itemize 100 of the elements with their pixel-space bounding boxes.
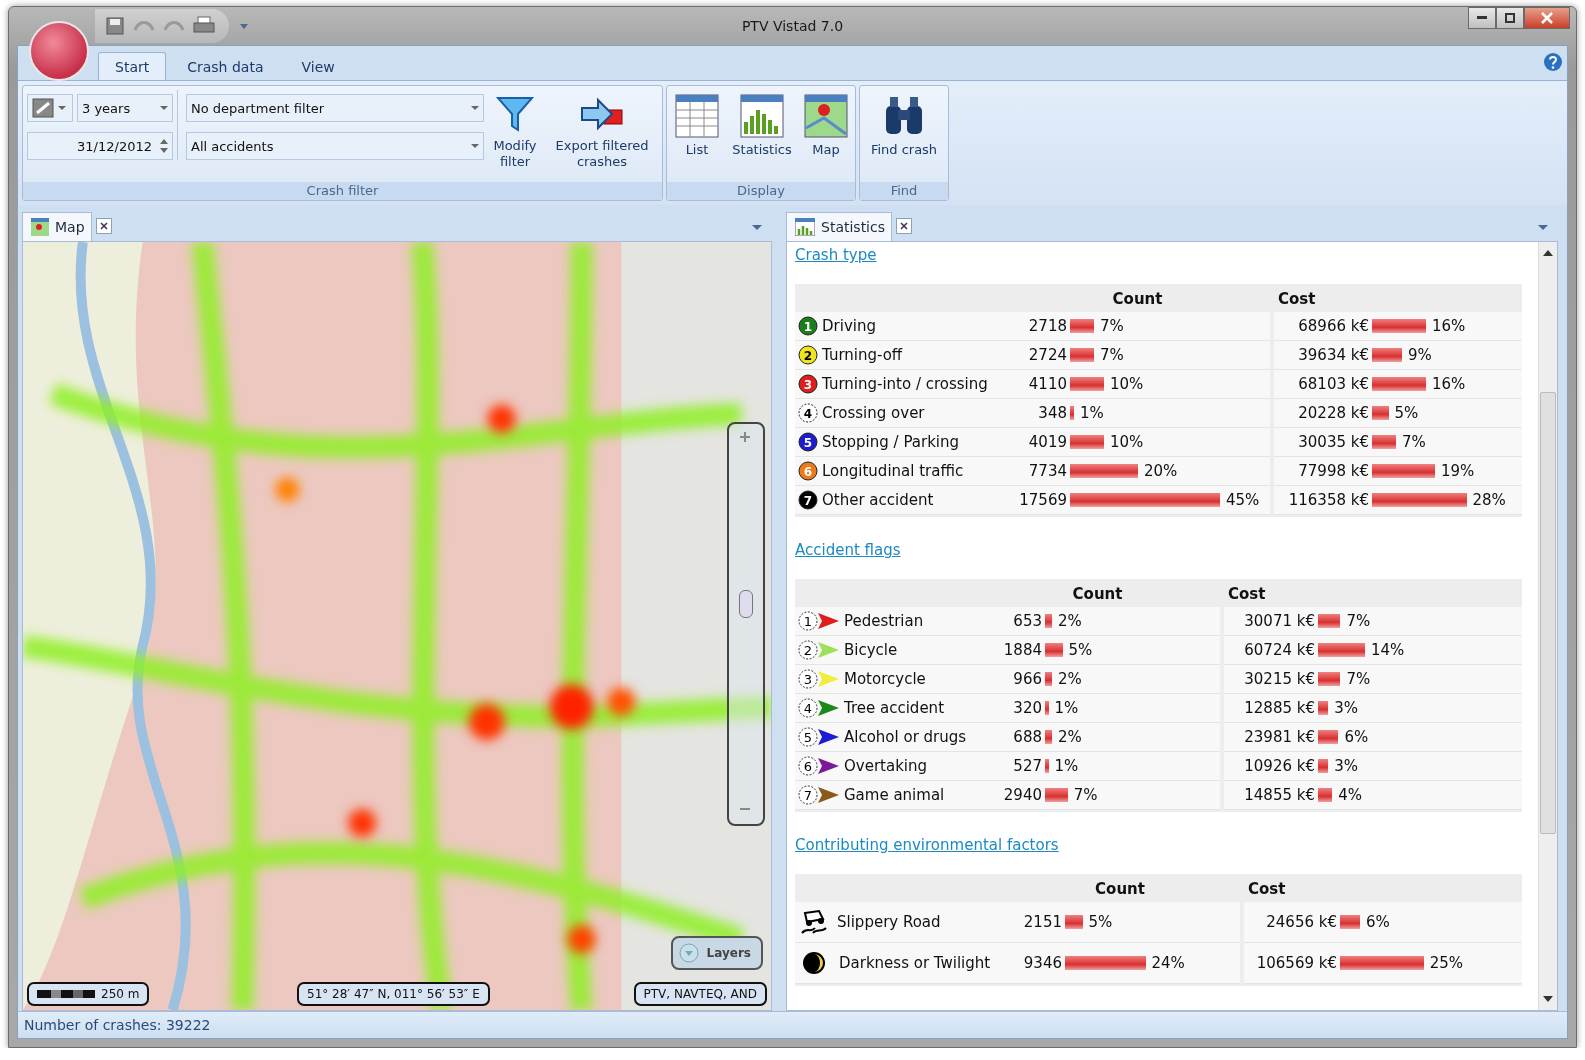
save-icon[interactable] — [105, 16, 125, 36]
printer-icon[interactable] — [193, 16, 215, 36]
column-header: Count — [1094, 879, 1146, 900]
maximize-button[interactable] — [1496, 7, 1524, 29]
coordinates-label: 51° 28′ 47″ N, 011° 56′ 53″ E — [297, 982, 490, 1006]
map-button[interactable]: Map — [801, 90, 851, 162]
close-tab-button[interactable] — [896, 218, 912, 234]
scroll-up-icon[interactable] — [1543, 250, 1553, 256]
cost-bar-cell: 9% — [1372, 341, 1522, 370]
minimize-icon — [1477, 16, 1487, 20]
count-cell: 2940 — [975, 781, 1045, 810]
cost-bar-cell: 14% — [1318, 636, 1522, 665]
count-bar-cell: 24% — [1065, 943, 1240, 984]
zoom-slider[interactable] — [727, 422, 765, 826]
zoom-in-icon[interactable] — [740, 432, 750, 442]
number-badge-icon: 4 — [798, 403, 818, 423]
cost-cell: 68103 k€ — [1274, 370, 1372, 399]
ribbon-tab[interactable]: Start — [98, 52, 167, 80]
skidding-car-icon — [799, 909, 829, 935]
bar-chart-icon — [795, 218, 815, 236]
count-bar-cell: 5% — [1065, 902, 1240, 943]
ribbon-tab[interactable]: Crash data — [170, 52, 281, 80]
cost-cell: 24656 k€ — [1244, 902, 1340, 943]
dropdown-icon[interactable] — [239, 22, 249, 30]
period-dropdown[interactable]: 3 years — [77, 94, 173, 122]
dropdown-icon[interactable] — [1538, 223, 1548, 231]
cost-bar-cell: 4% — [1318, 781, 1522, 810]
help-icon[interactable] — [1543, 51, 1563, 72]
count-cell: 1884 — [975, 636, 1045, 665]
count-cell: 320 — [975, 694, 1045, 723]
count-bar-cell: 1% — [1045, 752, 1220, 781]
row-label-cell: 6 Longitudinal traffic — [795, 457, 1005, 486]
count-bar-cell: 1% — [1070, 399, 1270, 428]
close-icon — [1541, 12, 1553, 24]
ribbon-tab[interactable]: View — [284, 52, 352, 80]
cost-cell: 14855 k€ — [1224, 781, 1318, 810]
cost-cell: 77998 k€ — [1274, 457, 1372, 486]
cost-bar-cell: 5% — [1372, 399, 1522, 428]
count-cell: 4110 — [1005, 370, 1070, 399]
section-link[interactable]: Contributing environmental factors — [795, 836, 1059, 854]
count-cell: 7734 — [1005, 457, 1070, 486]
cost-bar-cell: 6% — [1318, 723, 1522, 752]
crash-type-dropdown[interactable] — [27, 94, 73, 122]
row-label-cell: 5 Alcohol or drugs — [795, 723, 975, 752]
count-bar-cell: 10% — [1070, 370, 1270, 399]
date-spinner[interactable]: 31/12/2012 — [27, 132, 173, 160]
cost-cell: 39634 k€ — [1274, 341, 1372, 370]
count-cell: 17569 — [1005, 486, 1070, 515]
column-header: Count — [1071, 584, 1124, 605]
number-badge-icon: 7 — [798, 490, 818, 510]
export-filtered-crashes-button[interactable]: Export filtered crashes — [546, 90, 658, 174]
row-label-cell: 2 Turning-off — [795, 341, 1005, 370]
department-filter-dropdown[interactable]: No department filter — [186, 94, 484, 122]
close-tab-button[interactable] — [95, 218, 112, 234]
map-tab[interactable]: Map — [22, 212, 92, 241]
section-link[interactable]: Crash type — [795, 246, 877, 264]
count-cell: 688 — [975, 723, 1045, 752]
group-label: Find — [860, 182, 948, 200]
cost-cell: 116358 k€ — [1274, 486, 1372, 515]
window-title: PTV Vistad 7.0 — [741, 18, 844, 34]
find-crash-button[interactable]: Find crash — [864, 90, 944, 162]
count-bar-cell: 2% — [1045, 723, 1220, 752]
count-bar-cell: 20% — [1070, 457, 1270, 486]
scrollbar-thumb[interactable] — [1540, 392, 1556, 834]
cost-cell: 30035 k€ — [1274, 428, 1372, 457]
statistics-button[interactable]: Statistics — [727, 90, 797, 162]
zoom-out-icon[interactable] — [740, 808, 750, 812]
count-bar-cell: 7% — [1070, 312, 1270, 341]
count-bar-cell: 7% — [1045, 781, 1220, 810]
row-label-cell: 3 Turning-into / crossing — [795, 370, 1005, 399]
minimize-button[interactable] — [1468, 7, 1496, 29]
number-badge-icon: 2 — [798, 345, 818, 365]
close-button[interactable] — [1524, 7, 1570, 29]
cost-bar-cell: 28% — [1372, 486, 1522, 515]
caret-icon — [160, 105, 168, 111]
modify-filter-button[interactable]: Modify filter — [488, 90, 542, 174]
caret-icon — [471, 105, 479, 111]
layers-button[interactable]: Layers — [670, 936, 763, 970]
statistics-tab[interactable]: Statistics — [786, 212, 892, 241]
zoom-thumb[interactable] — [739, 590, 753, 619]
funnel-icon — [495, 94, 535, 134]
row-label-cell: 4 Tree accident — [795, 694, 975, 723]
map-attribution: PTV, NAVTEQ, AND — [633, 982, 767, 1006]
application-menu-button[interactable] — [29, 21, 89, 81]
row-label-cell: 7 Game animal — [795, 781, 975, 810]
dropdown-icon[interactable] — [752, 223, 762, 231]
cost-bar-cell: 3% — [1318, 752, 1522, 781]
count-bar-cell: 1% — [1045, 694, 1220, 723]
section-link[interactable]: Accident flags — [795, 541, 901, 559]
number-badge-icon: 5 — [798, 432, 818, 452]
scroll-down-icon[interactable] — [1543, 996, 1553, 1002]
cost-bar-cell: 7% — [1318, 607, 1522, 636]
count-bar-cell: 7% — [1070, 341, 1270, 370]
chevron-down-icon — [678, 943, 699, 963]
column-header: Cost — [1247, 879, 1287, 900]
cost-cell: 30071 k€ — [1224, 607, 1318, 636]
list-button[interactable]: List — [671, 90, 723, 162]
column-header: Cost — [1277, 289, 1317, 310]
count-cell: 527 — [975, 752, 1045, 781]
accident-filter-dropdown[interactable]: All accidents — [186, 132, 484, 160]
